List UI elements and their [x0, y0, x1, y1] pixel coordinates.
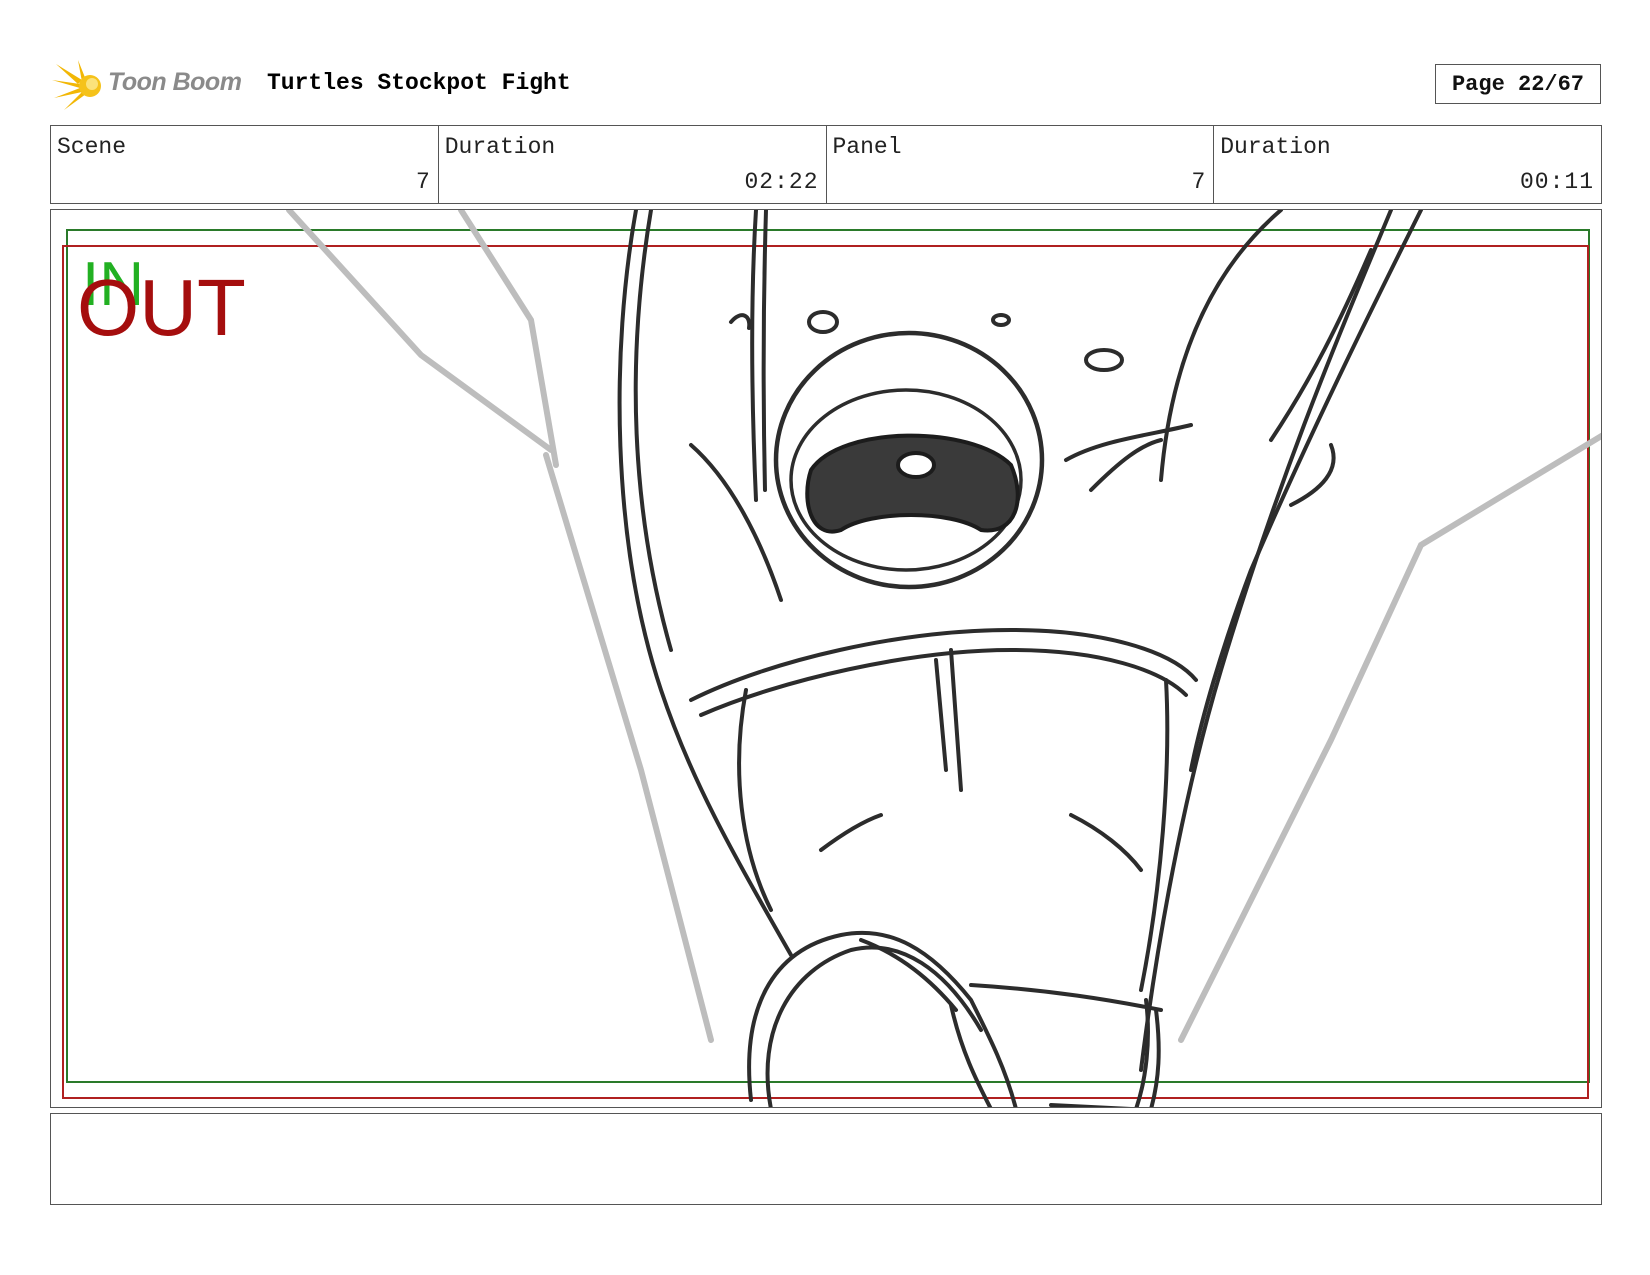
- scene-cell: Scene 7: [51, 126, 439, 203]
- storyboard-panel: IN OUT: [50, 209, 1602, 1108]
- starburst-icon: [52, 60, 101, 110]
- scene-label: Scene: [57, 134, 127, 160]
- scene-value: 7: [415, 169, 431, 195]
- panel-value: 7: [1191, 169, 1207, 195]
- sketch-drawing: [62, 210, 1601, 1107]
- toon-boom-logo: Toon Boom: [52, 58, 252, 112]
- scene-duration-cell: Duration 02:22: [439, 126, 827, 203]
- panel-duration-value: 00:11: [1519, 169, 1594, 195]
- panel-cell: Panel 7: [827, 126, 1215, 203]
- panel-duration-cell: Duration 00:11: [1214, 126, 1601, 203]
- out-marker: OUT: [77, 263, 246, 352]
- scene-duration-value: 02:22: [744, 169, 819, 195]
- perspective-lines: [286, 210, 1601, 1043]
- panel-duration-label: Duration: [1220, 134, 1331, 160]
- document-title: Turtles Stockpot Fight: [267, 70, 571, 96]
- logo-wordmark: Toon Boom: [108, 68, 242, 96]
- panel-label: Panel: [832, 134, 902, 160]
- character-sketch: [617, 210, 1423, 1107]
- scene-info-table: Scene 7 Duration 02:22 Panel 7 Duration …: [50, 125, 1602, 204]
- page-indicator: Page 22/67: [1435, 64, 1601, 104]
- scene-duration-label: Duration: [444, 134, 556, 160]
- panel-notes-box: [50, 1113, 1602, 1205]
